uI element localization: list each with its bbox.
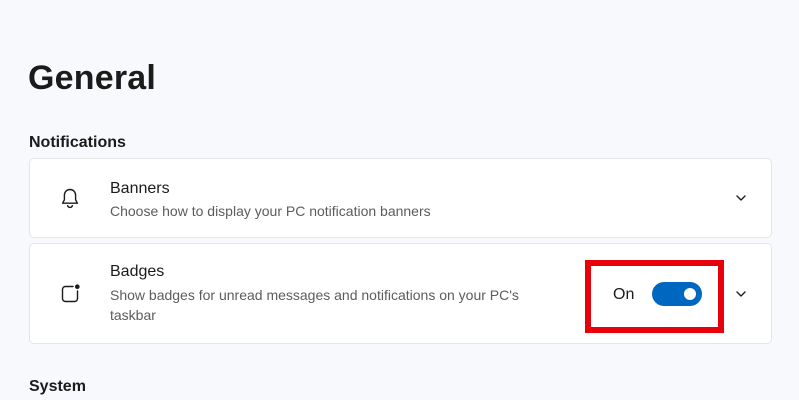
banners-title: Banners (110, 180, 170, 197)
badges-title: Badges (110, 263, 165, 280)
chevron-down-icon[interactable] (731, 284, 751, 304)
badges-description: Show badges for unread messages and noti… (110, 287, 519, 323)
page-title: General (28, 59, 157, 97)
badge-icon (61, 284, 80, 303)
banners-description: Choose how to display your PC notificati… (110, 203, 431, 219)
banners-card[interactable]: Banners Choose how to display your PC no… (29, 158, 772, 238)
chevron-down-icon[interactable] (731, 188, 751, 208)
badges-toggle[interactable] (652, 282, 702, 306)
toggle-knob (684, 288, 696, 300)
badges-toggle-label: On (613, 286, 635, 303)
section-header-system: System (29, 378, 86, 395)
bell-icon (61, 188, 79, 209)
section-header-notifications: Notifications (29, 134, 126, 151)
